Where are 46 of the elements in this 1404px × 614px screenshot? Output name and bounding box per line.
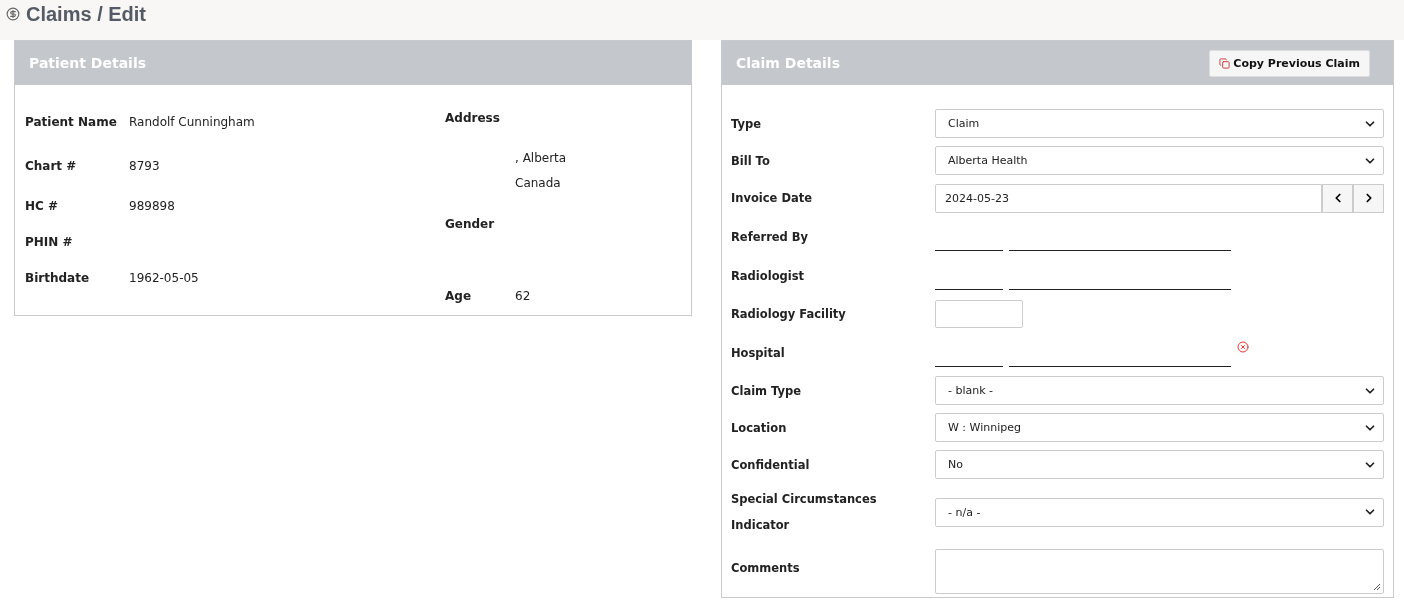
field-label: Invoice Date [731, 190, 814, 207]
select-field[interactable]: - n/a - [935, 497, 1384, 527]
field-label: Comments [731, 560, 801, 577]
field-value: 989898 [129, 199, 175, 213]
field-label: Radiology Facility [731, 306, 847, 323]
select-field[interactable]: Alberta Health [935, 146, 1384, 175]
date-field[interactable]: 2024-05-23 [935, 183, 1322, 213]
select-field[interactable]: No [935, 450, 1384, 479]
field-label: HC # [25, 199, 60, 213]
resize-grip-icon [1373, 582, 1381, 591]
field-label: Age [445, 289, 472, 303]
page-title: Claims / Edit [26, 2, 147, 26]
field-label: Referred By [731, 228, 810, 246]
field-label: Chart # [25, 159, 78, 173]
select-field[interactable]: Claim [935, 109, 1384, 138]
field-value: 1962-05-05 [129, 271, 199, 285]
field-label: Bill To [731, 152, 771, 170]
field-label: Birthdate [25, 271, 91, 285]
field-label: Patient Name [25, 115, 118, 129]
panel-title: Patient Details [29, 55, 147, 71]
input-field[interactable] [935, 300, 1023, 328]
select-field[interactable]: - blank - [935, 376, 1384, 405]
field-label: Hospital [731, 344, 786, 362]
copy-previous-claim-button[interactable]: Copy Previous Claim [1209, 49, 1370, 77]
field-label: Special Circumstances Indicator [731, 491, 878, 534]
field-label: PHIN # [25, 235, 74, 249]
dollar-icon [6, 7, 20, 21]
clear-icon[interactable] [1237, 340, 1249, 353]
field-label: Radiologist [731, 267, 806, 285]
select-field[interactable]: W : Winnipeg [935, 413, 1384, 442]
field-label: Type [731, 115, 762, 133]
panel-title: Claim Details [736, 55, 840, 71]
previous-date-button[interactable] [1322, 183, 1353, 213]
field-label: Confidential [731, 456, 811, 474]
field-label: Claim Type [731, 382, 803, 400]
address-line: , Alberta [515, 151, 567, 165]
comments-field[interactable] [935, 548, 1384, 594]
field-label: Address [445, 111, 501, 125]
field-label: Gender [445, 217, 496, 231]
field-label: Location [731, 419, 788, 437]
field-value: Randolf Cunningham [129, 115, 255, 129]
copy-icon [1219, 57, 1231, 69]
field-value: 8793 [129, 159, 160, 173]
address-line: Canada [515, 176, 562, 190]
field-value: 62 [515, 289, 531, 303]
next-date-button[interactable] [1353, 183, 1384, 213]
